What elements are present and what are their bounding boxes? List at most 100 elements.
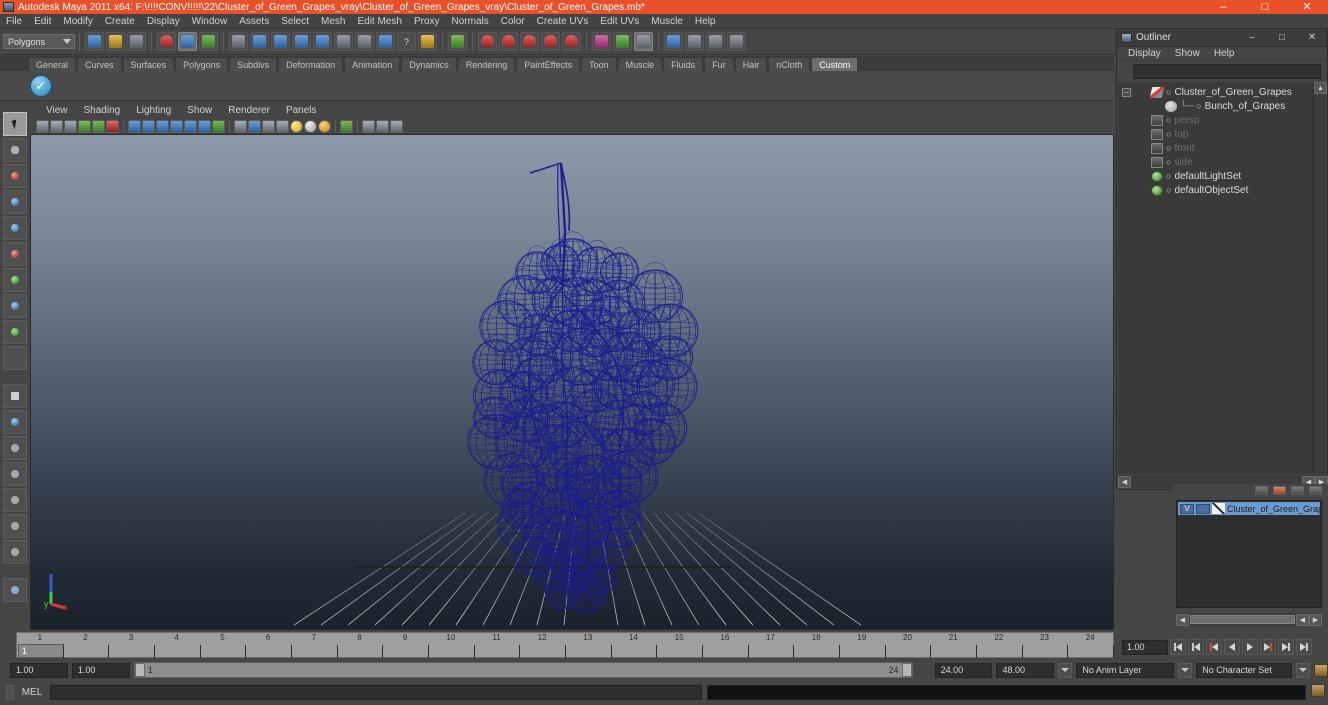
paint-effects-toggle-icon[interactable] bbox=[390, 119, 403, 133]
flat-shade-icon[interactable] bbox=[276, 119, 289, 133]
snap-to-view-plane-icon[interactable] bbox=[334, 32, 353, 51]
outliner-row[interactable]: ○ persp bbox=[1118, 113, 1314, 127]
menu-item-muscle[interactable]: Muscle bbox=[645, 14, 689, 29]
resolution-gate-icon[interactable] bbox=[156, 119, 169, 133]
scroll-left-arrow-icon[interactable]: ◀ bbox=[1118, 475, 1131, 488]
menu-set-selector[interactable]: Polygons bbox=[3, 34, 75, 49]
render-current-frame-icon[interactable] bbox=[448, 32, 467, 51]
quick-layout-persp-hypershade[interactable] bbox=[3, 488, 27, 512]
time-slider-track[interactable]: 1 1 2 3 4 5 6 7 8 9 10 11 12 13 14 15 16 17 18 19 20 21 22 23 2… bbox=[16, 632, 1114, 658]
open-scene-icon[interactable] bbox=[106, 32, 125, 51]
wireframe-on-shaded-icon[interactable] bbox=[290, 119, 303, 133]
play-forwards-button[interactable] bbox=[1242, 639, 1258, 655]
select-by-component-icon[interactable] bbox=[199, 32, 218, 51]
grid-display-icon[interactable] bbox=[128, 119, 141, 133]
menu-item-edit[interactable]: Edit bbox=[28, 14, 57, 29]
range-slider-right-handle[interactable] bbox=[901, 663, 912, 677]
menu-item-window[interactable]: Window bbox=[186, 14, 234, 29]
character-set-chevron-down-icon[interactable] bbox=[1178, 662, 1193, 678]
maximize-button[interactable]: □ bbox=[1244, 0, 1286, 14]
bookmark-icon[interactable] bbox=[78, 119, 91, 133]
save-scene-icon[interactable] bbox=[127, 32, 146, 51]
go-to-start-button[interactable] bbox=[1170, 639, 1186, 655]
layer-horizontal-scrollbar[interactable]: ◀ ◀ ▶ bbox=[1176, 613, 1322, 626]
hypershade-icon[interactable] bbox=[520, 32, 539, 51]
move-tool[interactable] bbox=[3, 190, 27, 214]
layer-scroll-right-icon[interactable]: ◀ bbox=[1296, 613, 1309, 626]
outliner-vertical-scrollbar[interactable]: ▲ bbox=[1313, 82, 1327, 474]
outliner-row[interactable]: ○ defaultObjectSet bbox=[1118, 183, 1314, 197]
time-slider[interactable]: 1 1 2 3 4 5 6 7 8 9 10 11 12 13 14 15 16 17 18 19 20 21 22 23 2… bbox=[0, 632, 1118, 660]
step-back-frame-button[interactable] bbox=[1188, 639, 1204, 655]
shelf-tab-ncloth[interactable]: nCloth bbox=[768, 57, 811, 71]
script-language-label[interactable]: MEL bbox=[19, 687, 45, 698]
menu-item-create[interactable]: Create bbox=[99, 14, 141, 29]
shadows-icon[interactable] bbox=[340, 119, 353, 133]
shelf-tab-hair[interactable]: Hair bbox=[734, 57, 768, 71]
ipr-render-icon[interactable] bbox=[478, 32, 497, 51]
shelf-tab-deformation[interactable]: Deformation bbox=[278, 57, 344, 71]
texture-display-icon[interactable] bbox=[304, 119, 317, 133]
expand-collapse-icon[interactable]: − bbox=[1122, 87, 1131, 97]
viewport-menu-lighting[interactable]: Lighting bbox=[128, 105, 179, 116]
shelf-tab-surfaces[interactable]: Surfaces bbox=[122, 57, 175, 71]
menu-item-assets[interactable]: Assets bbox=[233, 14, 275, 29]
menu-item-normals[interactable]: Normals bbox=[446, 14, 495, 29]
layer-visibility-toggle[interactable]: V bbox=[1180, 503, 1194, 514]
sidebar-toggle-icon[interactable] bbox=[685, 32, 704, 51]
select-by-object-icon[interactable] bbox=[178, 32, 197, 51]
scroll-up-arrow-icon[interactable]: ▲ bbox=[1314, 82, 1327, 94]
snap-to-curve-icon[interactable] bbox=[271, 32, 290, 51]
layer-list[interactable]: V Cluster_of_Green_Grape bbox=[1176, 500, 1322, 608]
menu-item-help[interactable]: Help bbox=[689, 14, 722, 29]
outliner-row[interactable]: − ○ Cluster_of_Green_Grapes bbox=[1118, 85, 1314, 99]
new-layer-from-selected-icon[interactable] bbox=[1273, 486, 1286, 495]
render-settings-icon[interactable] bbox=[499, 32, 518, 51]
soft-mod-tool[interactable] bbox=[3, 294, 27, 318]
gate-mask-icon[interactable] bbox=[170, 119, 183, 133]
outliner-menu-display[interactable]: Display bbox=[1121, 48, 1168, 59]
universal-manipulator-tool[interactable] bbox=[3, 268, 27, 292]
lasso-select-tool[interactable] bbox=[3, 138, 27, 162]
anim-layer-selector[interactable]: No Anim Layer bbox=[1076, 662, 1175, 678]
scale-tool[interactable] bbox=[3, 242, 27, 266]
menu-item-file[interactable]: File bbox=[0, 14, 28, 29]
toolbox-toggle-icon[interactable] bbox=[706, 32, 725, 51]
shelf-tab-painteffects[interactable]: PaintEffects bbox=[516, 57, 581, 71]
menu-item-modify[interactable]: Modify bbox=[57, 14, 98, 29]
select-by-hierarchy-icon[interactable] bbox=[157, 32, 176, 51]
rotate-tool[interactable] bbox=[3, 216, 27, 240]
component-mask-icon[interactable] bbox=[229, 32, 248, 51]
viewport-menu-view[interactable]: View bbox=[38, 105, 76, 116]
menu-item-edit-mesh[interactable]: Edit Mesh bbox=[351, 14, 407, 29]
layer-down-icon[interactable] bbox=[1309, 486, 1322, 495]
animation-preferences-icon[interactable] bbox=[1314, 663, 1328, 677]
range-slider[interactable]: 1 24 bbox=[133, 662, 913, 678]
panel-toggle-icon[interactable] bbox=[727, 32, 746, 51]
open-tool-settings-icon[interactable] bbox=[613, 32, 632, 51]
outliner-tree[interactable]: − ○ Cluster_of_Green_Grapes └─ ○ Bunch_of_Gra… bbox=[1118, 82, 1314, 474]
wireframe-shading-icon[interactable] bbox=[234, 119, 247, 133]
quick-layout-persp-graph[interactable] bbox=[3, 462, 27, 486]
anim-layer-chevron-down-icon[interactable] bbox=[1058, 662, 1073, 678]
high-quality-render-icon[interactable] bbox=[362, 119, 375, 133]
shelf-tab-dynamics[interactable]: Dynamics bbox=[401, 57, 457, 71]
menu-item-mesh[interactable]: Mesh bbox=[315, 14, 351, 29]
quick-layout-two-pane[interactable] bbox=[3, 540, 27, 564]
xray-icon[interactable] bbox=[198, 119, 211, 133]
current-time-field[interactable]: 1.00 bbox=[1122, 639, 1168, 655]
camera-attributes-icon[interactable] bbox=[64, 119, 77, 133]
viewport-menu-show[interactable]: Show bbox=[179, 105, 220, 116]
select-camera-icon[interactable] bbox=[36, 119, 49, 133]
shelf-tab-custom[interactable]: Custom bbox=[811, 57, 859, 71]
step-forward-key-button[interactable] bbox=[1260, 639, 1276, 655]
snap-to-grid-icon[interactable] bbox=[250, 32, 269, 51]
show-manipulator-tool[interactable] bbox=[3, 320, 27, 344]
character-set-selector[interactable]: No Character Set bbox=[1196, 662, 1293, 678]
two-d-pan-zoom-icon[interactable] bbox=[106, 119, 119, 133]
viewport-menu-panels[interactable]: Panels bbox=[278, 105, 325, 116]
quick-layout-persp-outliner[interactable] bbox=[3, 436, 27, 460]
construction-history-icon[interactable] bbox=[376, 32, 395, 51]
show-hide-ui-icon[interactable] bbox=[664, 32, 683, 51]
range-end-time-field[interactable]: 24.00 bbox=[934, 662, 993, 678]
